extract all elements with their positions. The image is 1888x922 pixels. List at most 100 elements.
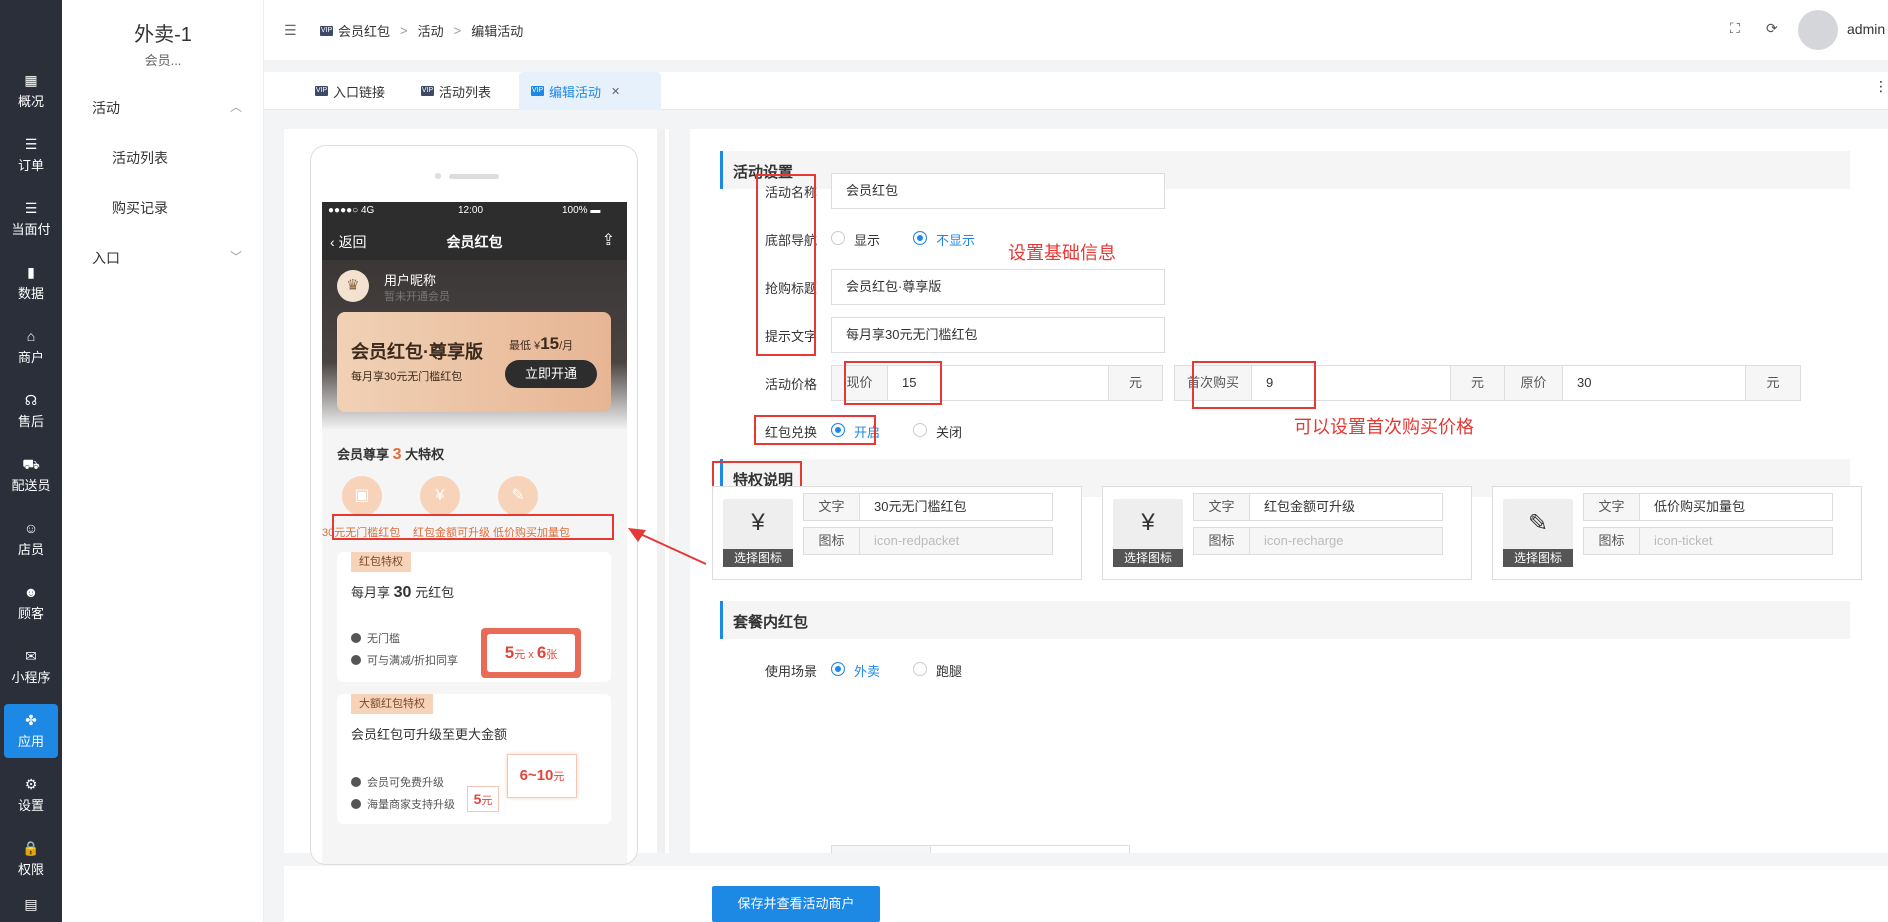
sidebar-item-permissions[interactable]: 🔒 权限 bbox=[4, 832, 58, 886]
sidebar-item-face-pay[interactable]: ☰ 当面付 bbox=[4, 192, 58, 246]
check-label: 可与满减/折扣同享 bbox=[367, 655, 459, 667]
nav-hide-radio[interactable] bbox=[913, 231, 927, 245]
report-icon: ▤ bbox=[24, 896, 38, 912]
icon-picker[interactable]: ✎ 选择图标 bbox=[1503, 499, 1573, 567]
scene-errand-radio[interactable] bbox=[913, 662, 927, 676]
store-icon: ⌂ bbox=[26, 328, 36, 344]
nav-group-label: 活动 bbox=[92, 100, 120, 116]
ticket-icon: ✎ bbox=[1527, 510, 1549, 537]
tip-text-input[interactable]: 每月享30元无门槛红包 bbox=[831, 317, 1165, 353]
scene-takeout-radio[interactable] bbox=[831, 662, 845, 676]
exchange-off-radio[interactable] bbox=[913, 423, 927, 437]
cutoff-field bbox=[831, 845, 931, 853]
choose-icon-button[interactable]: 选择图标 bbox=[1113, 549, 1183, 567]
refresh-icon[interactable]: ⟳ bbox=[1766, 20, 1778, 37]
upgrade-to-badge: 6~10元 bbox=[507, 754, 577, 798]
sidebar-item-couriers[interactable]: ⛟ 配送员 bbox=[4, 448, 58, 502]
sidebar-item-label: 概况 bbox=[17, 94, 44, 109]
cutoff-input[interactable] bbox=[930, 845, 1130, 853]
check-icon bbox=[351, 633, 361, 643]
breadcrumb-item[interactable]: 活动 bbox=[418, 21, 444, 40]
text-addon: 文字 bbox=[1583, 493, 1640, 521]
activity-name-input[interactable]: 会员红包 bbox=[831, 173, 1165, 209]
fullscreen-icon[interactable]: ⛶ bbox=[1730, 20, 1740, 37]
sidebar-item-overview[interactable]: ▦ 概况 bbox=[4, 64, 58, 118]
choose-icon-button[interactable]: 选择图标 bbox=[723, 549, 793, 567]
benefit-card-redpacket: 红包特权 每月享 30 元红包 无门槛 可与满减/折扣同享 5元 x 6张 bbox=[337, 552, 611, 682]
choose-icon-button[interactable]: 选择图标 bbox=[1503, 549, 1573, 567]
sidebar-item-merchants[interactable]: ⌂ 商户 bbox=[4, 320, 58, 374]
yuan-addon: 元 bbox=[1745, 365, 1801, 401]
exchange-off-label[interactable]: 关闭 bbox=[936, 422, 962, 441]
from-unit: 元 bbox=[481, 795, 493, 807]
phone-frame: ●●●●○ 4G 12:00 100% ▬ ‹ 返回 会员红包 ⇪ ♛ 用户昵称… bbox=[310, 145, 638, 865]
share-icon[interactable]: ⇪ bbox=[602, 230, 615, 250]
sidebar-item-orders[interactable]: ☰ 订单 bbox=[4, 128, 58, 182]
sidebar-item-apps[interactable]: ✤ 应用 bbox=[4, 704, 58, 758]
nav-item-purchase-records[interactable]: 购买记录 bbox=[112, 198, 168, 218]
priv-prefix: 会员尊享 bbox=[337, 447, 390, 462]
icon-picker[interactable]: ¥ 选择图标 bbox=[1113, 499, 1183, 567]
benefit-title: 每月享 30 元红包 bbox=[351, 582, 454, 602]
open-membership-button[interactable]: 立即开通 bbox=[505, 360, 597, 388]
sidebar-item-report[interactable]: ▤ bbox=[4, 896, 58, 922]
tab-activity-list[interactable]: VIP 活动列表 bbox=[409, 72, 503, 110]
grab-title-input[interactable]: 会员红包·尊享版 bbox=[831, 269, 1165, 305]
privilege-icon-input[interactable]: icon-ticket bbox=[1639, 527, 1833, 555]
breadcrumb-separator: > bbox=[453, 23, 462, 38]
tab-entry-link[interactable]: VIP 入口链接 bbox=[303, 72, 397, 110]
collapse-menu-icon[interactable]: ☰ bbox=[284, 22, 297, 39]
nav-group-activity[interactable]: 活动 ︿ bbox=[92, 98, 242, 118]
benefit-tag: 大额红包特权 bbox=[351, 694, 433, 714]
sidebar-item-label: 售后 bbox=[17, 414, 44, 429]
privilege-icon-input[interactable]: icon-redpacket bbox=[859, 527, 1053, 555]
sidebar-item-label: 小程序 bbox=[11, 670, 51, 685]
sidebar-item-after-sales[interactable]: ☊ 售后 bbox=[4, 384, 58, 438]
clock: 12:00 bbox=[458, 205, 484, 216]
scene-takeout-label[interactable]: 外卖 bbox=[854, 661, 880, 680]
sidebar-item-customers[interactable]: ☻ 顾客 bbox=[4, 576, 58, 630]
user-menu[interactable]: admin ▾ bbox=[1847, 21, 1888, 38]
lock-icon: 🔒 bbox=[22, 840, 40, 856]
tab-edit-activity[interactable]: VIP 编辑活动 ✕ bbox=[519, 72, 661, 110]
sidebar-item-settings[interactable]: ⚙ 设置 bbox=[4, 768, 58, 822]
icon-picker[interactable]: ¥ 选择图标 bbox=[723, 499, 793, 567]
sidebar-item-label: 订单 bbox=[17, 158, 44, 173]
more-icon[interactable]: ⋮ bbox=[1874, 78, 1888, 95]
preview-scrollbar[interactable] bbox=[657, 129, 665, 853]
nav-show-label[interactable]: 显示 bbox=[854, 230, 880, 249]
scooter-icon: ⛟ bbox=[22, 456, 40, 472]
sidebar-item-data[interactable]: ▮ 数据 bbox=[4, 256, 58, 310]
benefit-check: 海量商家支持升级 bbox=[351, 796, 455, 812]
nav-show-radio[interactable] bbox=[831, 231, 845, 245]
close-icon[interactable]: ✕ bbox=[611, 85, 620, 98]
sidebar-item-label: 数据 bbox=[17, 286, 44, 301]
list-icon: ☰ bbox=[24, 136, 38, 152]
nav-hide-label[interactable]: 不显示 bbox=[936, 230, 975, 249]
check-icon bbox=[351, 799, 361, 809]
privilege-text-input[interactable]: 低价购买加量包 bbox=[1639, 493, 1833, 521]
section-package-redpacket: 套餐内红包 bbox=[720, 601, 1850, 639]
nav-item-activity-list[interactable]: 活动列表 bbox=[112, 148, 168, 168]
breadcrumb-item[interactable]: 会员红包 bbox=[338, 21, 390, 40]
privilege-text-input[interactable]: 30元无门槛红包 bbox=[859, 493, 1053, 521]
sidebar-item-label: 应用 bbox=[17, 734, 44, 749]
check-label: 海量商家支持升级 bbox=[367, 799, 455, 811]
price-prefix: 最低 ¥ bbox=[509, 340, 541, 352]
redpacket-icon: ¥ bbox=[751, 509, 765, 536]
privilege-text-input[interactable]: 红包金额可升级 bbox=[1249, 493, 1443, 521]
breadcrumb: VIP 会员红包 > 活动 > 编辑活动 bbox=[320, 21, 523, 40]
privilege-card: ¥ 选择图标 文字 红包金额可升级 图标 icon-recharge bbox=[1102, 486, 1472, 580]
scene-errand-label[interactable]: 跑腿 bbox=[936, 661, 962, 680]
sidebar-item-staff[interactable]: ☺ 店员 bbox=[4, 512, 58, 566]
privilege-icon-input[interactable]: icon-recharge bbox=[1249, 527, 1443, 555]
nav-group-entry[interactable]: 入口 ﹀ bbox=[92, 248, 242, 268]
sidebar-item-miniprogram[interactable]: ✉ 小程序 bbox=[4, 640, 58, 694]
to-amount: 6~10 bbox=[519, 767, 554, 784]
title-prefix: 每月享 bbox=[351, 585, 391, 600]
icon-addon: 图标 bbox=[1583, 527, 1640, 555]
avatar[interactable] bbox=[1798, 10, 1838, 50]
original-price-input[interactable]: 30 bbox=[1562, 365, 1746, 401]
save-and-view-merchants-button[interactable]: 保存并查看活动商户 bbox=[712, 886, 880, 922]
store-subtitle: 会员... bbox=[144, 53, 182, 68]
